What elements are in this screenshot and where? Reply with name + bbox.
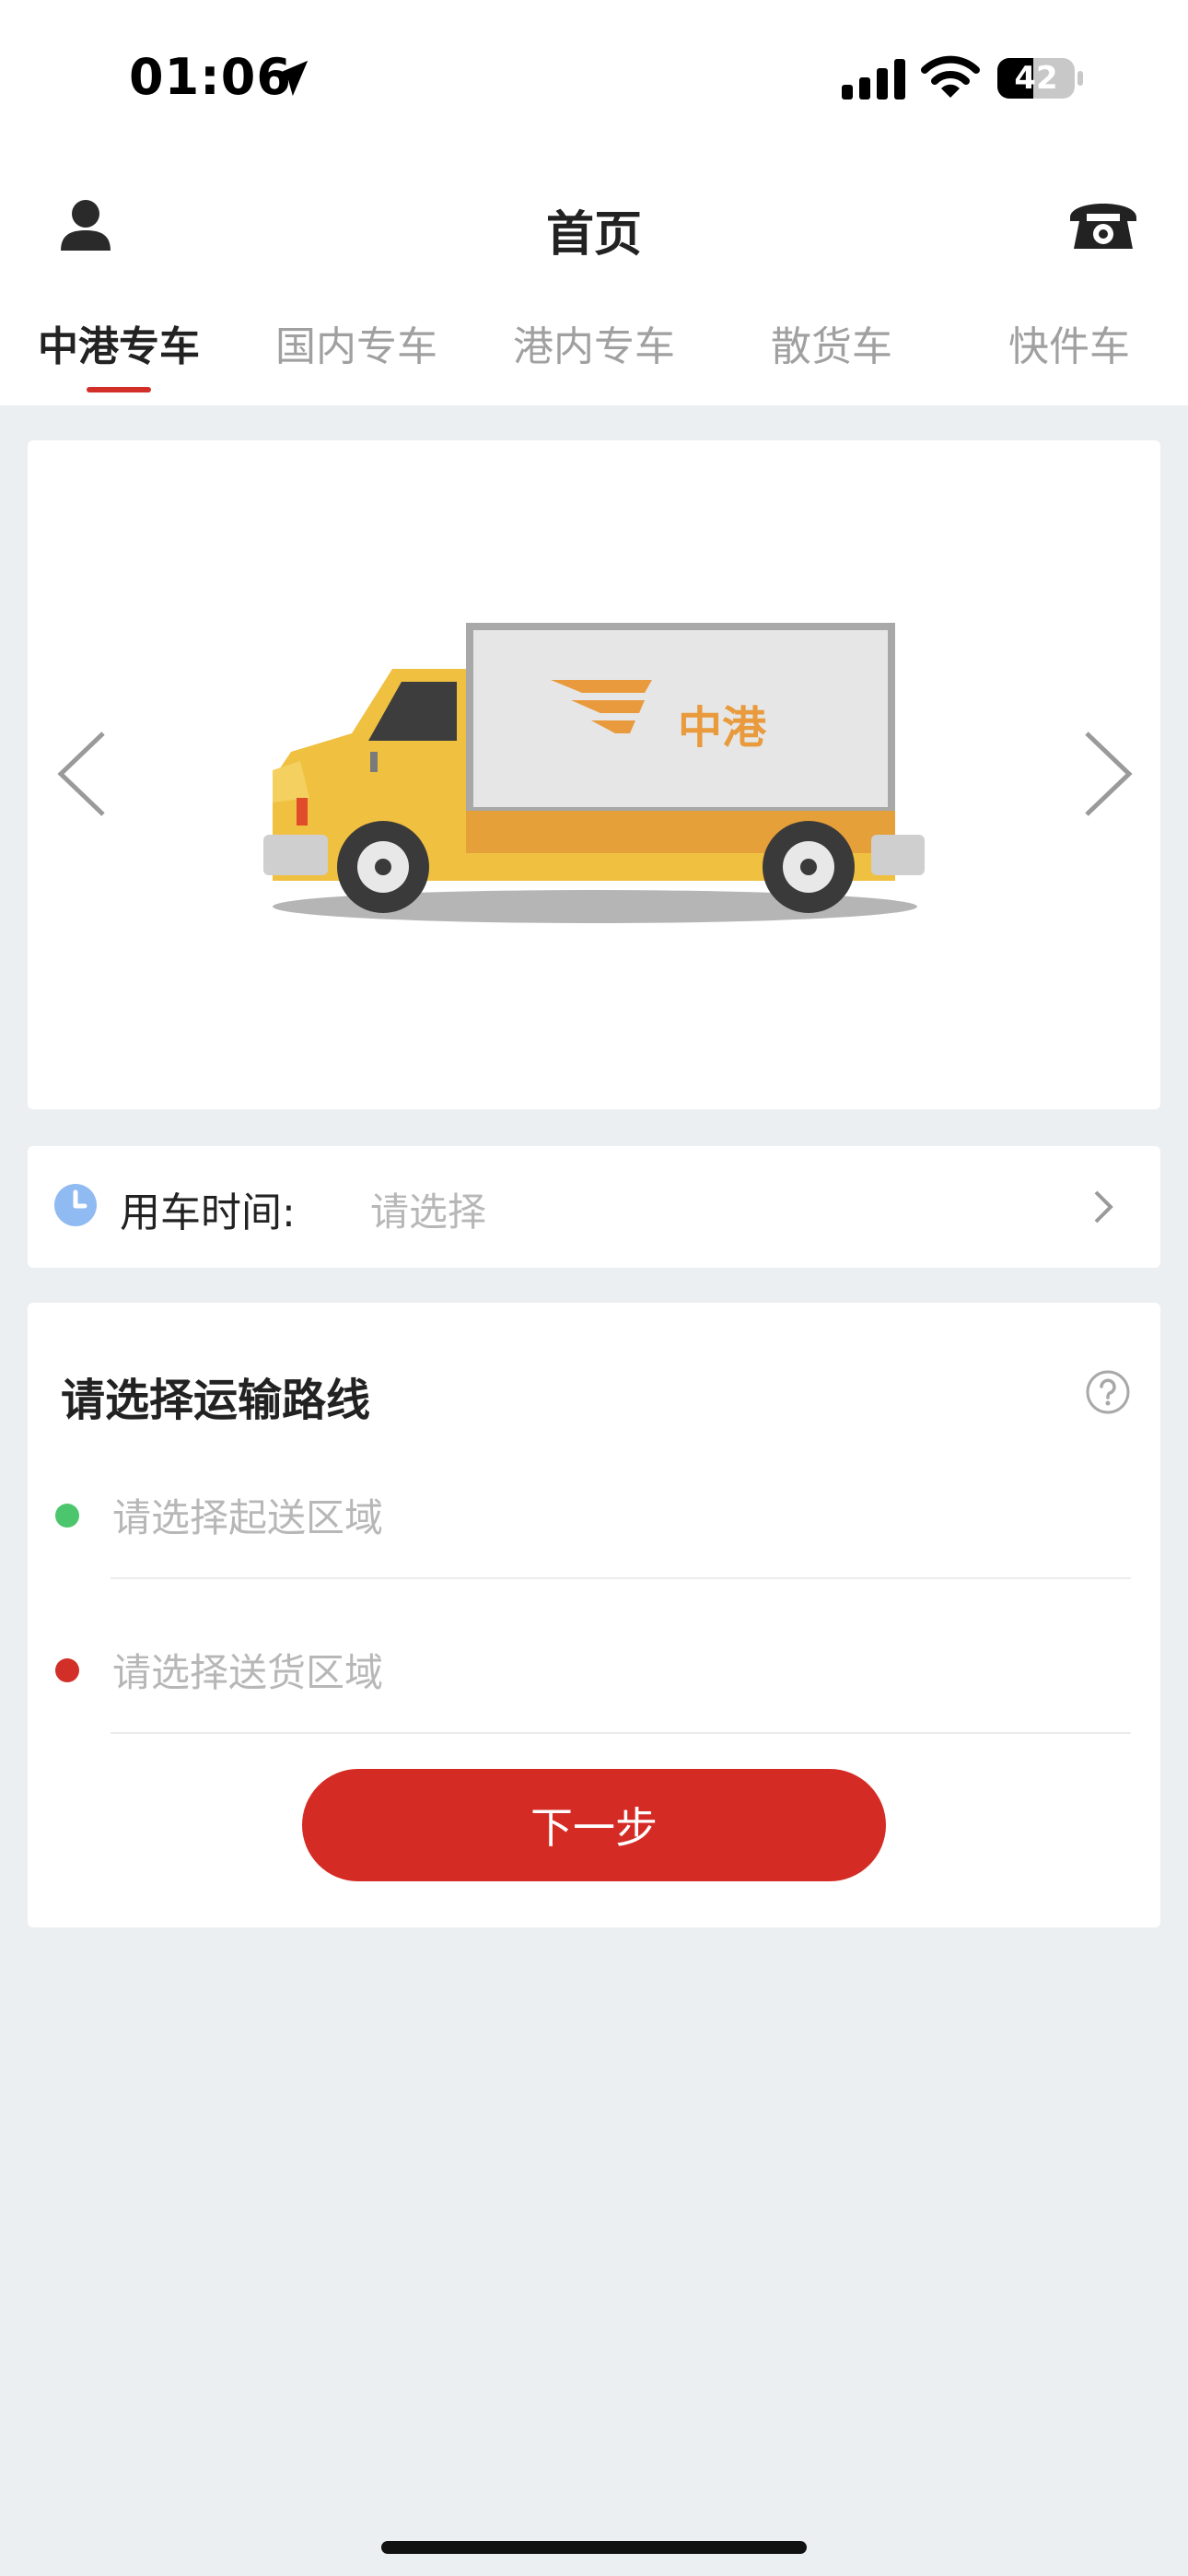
chevron-right-icon bbox=[1094, 1190, 1113, 1224]
divider bbox=[111, 1732, 1131, 1734]
destination-location-dot bbox=[55, 1658, 79, 1682]
vehicle-time-label: 用车时间: bbox=[120, 1189, 296, 1236]
truck-illustration: 中港 bbox=[263, 614, 925, 936]
tab-bulk-cargo[interactable]: 散货车 bbox=[713, 313, 950, 372]
category-tabs: 中港专车 国内专车 港内专车 散货车 快件车 bbox=[0, 313, 1188, 396]
battery-level: 42 bbox=[1014, 60, 1058, 97]
tab-in-port-special[interactable]: 港内专车 bbox=[475, 313, 713, 372]
start-location-dot bbox=[55, 1504, 79, 1528]
page-title: 首页 bbox=[545, 207, 642, 263]
vehicle-time-value[interactable]: 请选择 bbox=[370, 1181, 486, 1237]
location-arrow-icon bbox=[272, 60, 309, 97]
home-indicator[interactable] bbox=[381, 2541, 807, 2554]
telephone-icon[interactable] bbox=[1066, 193, 1140, 252]
cellular-signal-icon bbox=[842, 59, 905, 100]
delivery-area-field[interactable]: 请选择送货区域 bbox=[112, 1642, 383, 1698]
route-title: 请选择运输路线 bbox=[61, 1375, 371, 1426]
tab-domestic-special[interactable]: 国内专车 bbox=[238, 313, 475, 372]
next-arrow-icon[interactable] bbox=[1079, 728, 1135, 820]
previous-arrow-icon[interactable] bbox=[55, 728, 111, 820]
truck-brand-label: 中港 bbox=[678, 702, 767, 754]
divider bbox=[111, 1577, 1131, 1579]
battery-icon: 42 bbox=[996, 57, 1085, 100]
status-time: 01:06 bbox=[129, 48, 292, 106]
next-step-button[interactable]: 下一步 bbox=[302, 1769, 886, 1881]
wifi-icon bbox=[921, 55, 980, 98]
clock-icon bbox=[54, 1184, 97, 1226]
tab-zhonggang-special[interactable]: 中港专车 bbox=[0, 313, 238, 372]
start-area-field[interactable]: 请选择起送区域 bbox=[112, 1487, 383, 1543]
tab-express-truck[interactable]: 快件车 bbox=[950, 313, 1188, 372]
active-tab-indicator bbox=[87, 387, 151, 392]
help-question-icon[interactable] bbox=[1085, 1369, 1131, 1415]
